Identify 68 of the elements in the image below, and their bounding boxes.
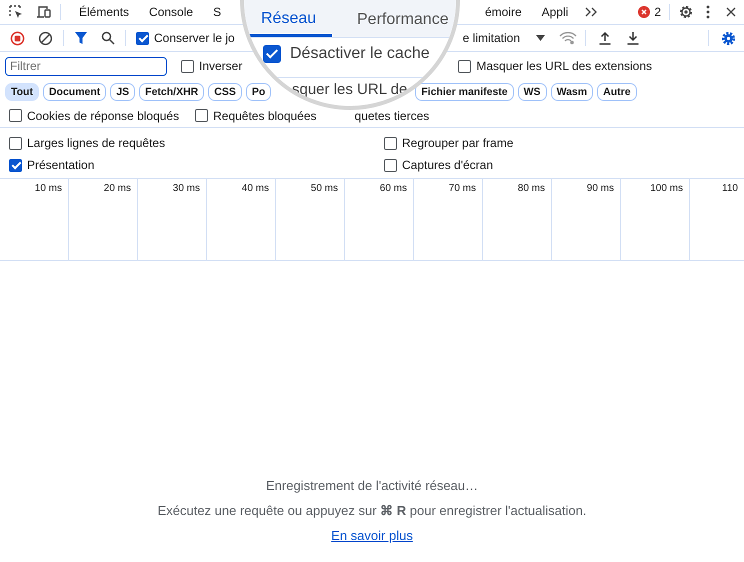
time-tick-label: 40 ms bbox=[242, 183, 269, 194]
time-tick-label: 110 bbox=[722, 183, 738, 194]
time-tick-label: 100 ms bbox=[650, 183, 683, 194]
time-tick-label: 90 ms bbox=[586, 183, 614, 194]
time-tick-label: 50 ms bbox=[310, 183, 338, 194]
checkbox-label: Désactiver le cache bbox=[290, 45, 430, 63]
checkbox[interactable] bbox=[458, 60, 472, 72]
checkbox-label: Captures d'écran bbox=[402, 158, 494, 172]
checkbox-label: Masquer les URL des extensions bbox=[476, 59, 652, 73]
checkbox[interactable] bbox=[9, 109, 22, 122]
type-filter-chip[interactable]: Tout bbox=[5, 83, 39, 101]
checkbox[interactable] bbox=[263, 45, 281, 63]
time-tick-label: 30 ms bbox=[172, 183, 200, 194]
panel-tab[interactable]: Performance bbox=[341, 3, 456, 37]
time-tick-label: 60 ms bbox=[380, 183, 407, 194]
error-badge[interactable]: 2 bbox=[638, 5, 661, 19]
search-icon[interactable] bbox=[101, 31, 115, 45]
inspect-icon[interactable] bbox=[8, 4, 24, 20]
wifi-settings-icon[interactable] bbox=[559, 31, 577, 45]
panel-tab[interactable]: émoire bbox=[480, 0, 526, 24]
panel-tab[interactable]: Éléments bbox=[75, 0, 134, 24]
type-filter-chip[interactable]: Wasm bbox=[550, 83, 594, 101]
more-options-icon[interactable] bbox=[706, 5, 710, 19]
close-icon[interactable] bbox=[726, 7, 736, 17]
time-tick-label: 80 ms bbox=[518, 183, 545, 194]
record-icon[interactable] bbox=[10, 30, 25, 46]
checkbox[interactable] bbox=[195, 109, 208, 122]
panel-tab[interactable]: Appli bbox=[538, 0, 572, 24]
caret-icon[interactable] bbox=[536, 35, 545, 41]
type-filter-chip[interactable]: Fetch/XHR bbox=[139, 83, 204, 101]
upload-icon[interactable] bbox=[598, 31, 612, 45]
checkbox-label: Conserver le jo bbox=[154, 31, 235, 45]
checkbox-label: Larges lignes de requêtes bbox=[27, 136, 166, 150]
empty-state-title: Enregistrement de l'activité réseau… bbox=[266, 478, 478, 493]
checkbox[interactable] bbox=[9, 158, 22, 172]
throttling-dropdown[interactable]: e limitation bbox=[462, 31, 520, 45]
checkbox-label: Requêtes bloquées bbox=[213, 108, 317, 122]
checkbox[interactable] bbox=[9, 136, 22, 150]
checkbox-label: Regrouper par frame bbox=[402, 136, 514, 150]
checkbox[interactable] bbox=[181, 60, 194, 72]
time-tick-label: 20 ms bbox=[104, 183, 131, 194]
download-icon[interactable] bbox=[626, 31, 640, 45]
type-filter-chip[interactable]: Autre bbox=[597, 83, 637, 101]
checkbox-label: Inverser bbox=[199, 59, 242, 73]
learn-more-link[interactable]: En savoir plus bbox=[331, 528, 413, 543]
empty-state-hint: Exécutez une requête ou appuyez sur ⌘ R pour enregistrer l'actualisation. bbox=[158, 503, 586, 518]
clear-icon[interactable] bbox=[38, 30, 53, 46]
panel-tab[interactable]: Console bbox=[145, 0, 198, 24]
time-tick-label: 10 ms bbox=[34, 183, 62, 194]
device-icon[interactable] bbox=[36, 4, 52, 20]
panel-tab[interactable]: Réseau bbox=[245, 3, 332, 37]
type-filter-chip[interactable]: Document bbox=[42, 83, 106, 101]
checkbox[interactable] bbox=[136, 32, 149, 44]
checkbox[interactable] bbox=[384, 136, 397, 150]
checkbox[interactable] bbox=[384, 158, 397, 172]
checkbox-label: quetes tierces bbox=[354, 108, 430, 122]
filter-field[interactable]: Filtrer bbox=[5, 56, 167, 76]
type-filter-chip[interactable]: JS bbox=[110, 83, 136, 101]
filter-icon[interactable] bbox=[74, 31, 88, 45]
time-tick-label: 70 ms bbox=[448, 183, 476, 194]
panel-tab[interactable]: S bbox=[209, 0, 226, 24]
settings-icon[interactable] bbox=[721, 30, 736, 46]
more-tabs-icon[interactable] bbox=[584, 6, 598, 18]
checkbox-label: Présentation bbox=[27, 158, 94, 172]
type-filter-chip[interactable]: WS bbox=[518, 83, 547, 101]
settings-icon[interactable] bbox=[678, 4, 694, 20]
type-filter-chip[interactable]: CSS bbox=[208, 83, 242, 101]
checkbox-label: Cookies de réponse bloqués bbox=[27, 108, 180, 122]
